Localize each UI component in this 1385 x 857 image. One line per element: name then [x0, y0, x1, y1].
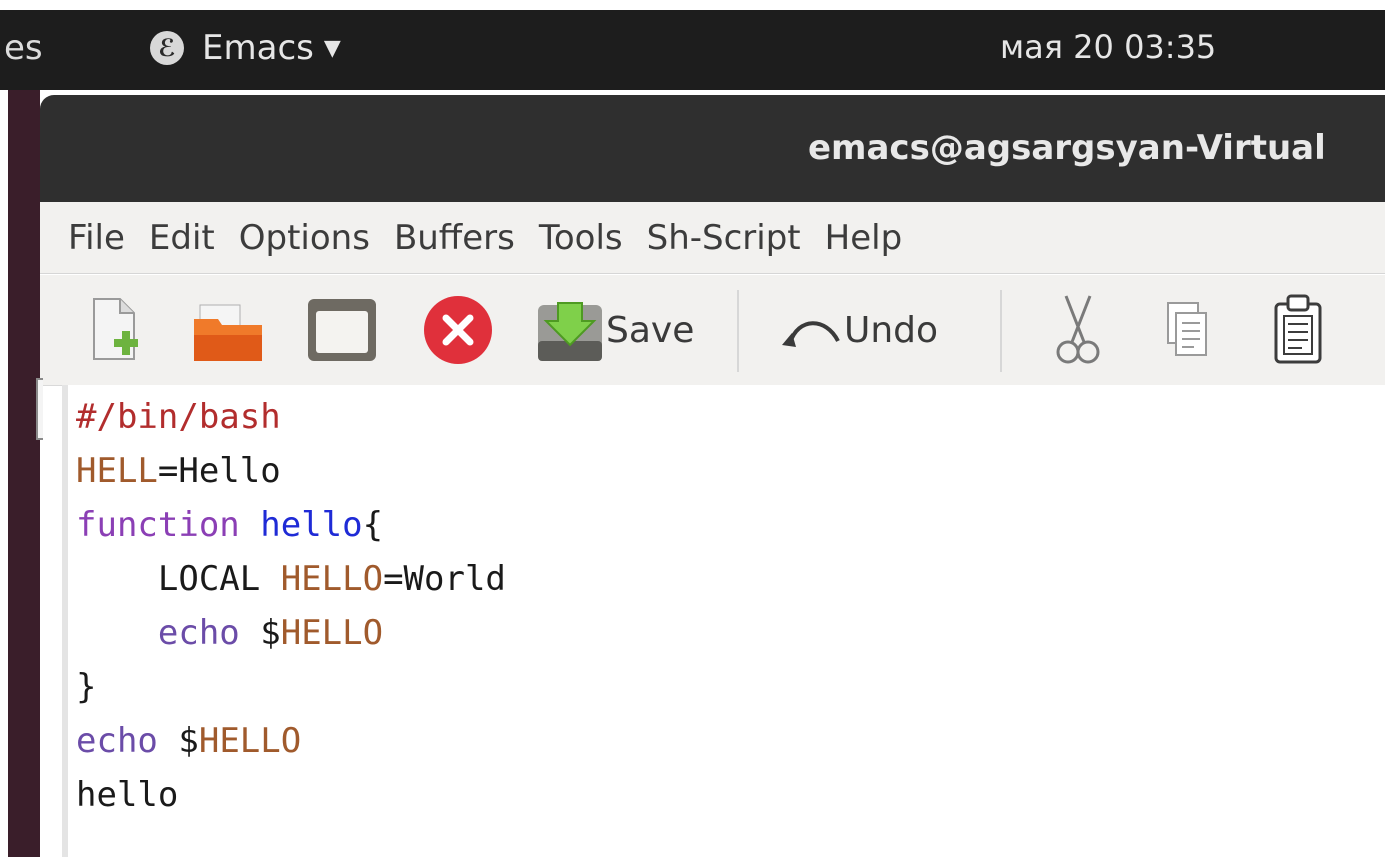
toolbar-separator [1000, 290, 1002, 372]
menu-tools[interactable]: Tools [539, 218, 623, 258]
code-token: function [76, 505, 240, 545]
code-token: echo [157, 613, 240, 653]
window-titlebar[interactable]: emacs@agsargsyan-Virtual [40, 95, 1385, 202]
screen-left-edge [0, 90, 8, 857]
code-token: =World [383, 559, 506, 599]
activities-button[interactable]: es [4, 28, 43, 68]
paste-icon [1274, 294, 1322, 364]
code-token: } [76, 667, 97, 707]
close-buffer-button[interactable] [420, 295, 496, 365]
code-line: LOCAL HELLO=World [76, 552, 506, 606]
menu-bar: File Edit Options Buffers Tools Sh-Scrip… [40, 202, 1385, 274]
menu-file[interactable]: File [68, 218, 125, 258]
undo-label: Undo [844, 309, 939, 351]
fringe-marker [36, 378, 43, 440]
open-file-button[interactable] [190, 295, 266, 365]
code-line: function hello{ [76, 498, 506, 552]
undo-button[interactable]: Undo [780, 295, 938, 365]
menu-buffers[interactable]: Buffers [394, 218, 515, 258]
code-line: echo $HELLO [76, 606, 506, 660]
desktop-background [8, 90, 40, 857]
code-line: HELL=Hello [76, 444, 506, 498]
gnome-top-bar: es ℰ Emacs ▼ мая 20 03:35 [0, 10, 1385, 90]
chevron-down-icon: ▼ [323, 35, 341, 61]
code-token: hello [260, 505, 363, 545]
code-token: HELLO [198, 721, 302, 761]
paste-button[interactable] [1270, 294, 1326, 365]
code-line: echo $HELLO [76, 714, 506, 768]
cut-icon [1056, 295, 1100, 364]
screen-top-edge [0, 0, 1385, 10]
close-buffer-icon [424, 296, 492, 364]
copy-button[interactable] [1162, 295, 1212, 365]
app-menu-label: Emacs [202, 28, 314, 68]
code-token: echo [76, 721, 158, 761]
save-label: Save [606, 309, 695, 351]
save-button[interactable]: Save [534, 295, 694, 365]
menu-help[interactable]: Help [825, 218, 903, 258]
dired-button[interactable] [304, 295, 380, 365]
code-token: =Hello [157, 451, 281, 491]
new-file-button[interactable] [84, 295, 144, 365]
dired-icon [308, 299, 376, 361]
code-token: $ [239, 613, 281, 653]
tool-bar: Save Undo [40, 275, 1385, 386]
code-token: LOCAL [76, 559, 281, 599]
code-text: #/bin/bash HELL=Hello function hello{ LOCA… [76, 390, 506, 822]
menu-sh-script[interactable]: Sh-Script [647, 218, 801, 258]
app-menu[interactable]: ℰ Emacs ▼ [150, 24, 341, 72]
code-token: HELLO [280, 559, 384, 599]
code-token: #/bin/bash [76, 397, 281, 437]
code-token: $ [157, 721, 199, 761]
copy-icon [1167, 302, 1207, 356]
toolbar-separator [737, 290, 739, 372]
emacs-icon: ℰ [150, 31, 184, 65]
save-icon [538, 302, 602, 361]
new-file-icon [93, 298, 138, 360]
menu-options[interactable]: Options [239, 218, 370, 258]
editor-buffer[interactable]: #/bin/bash HELL=Hello function hello{ LOCA… [62, 385, 1385, 857]
window-title: emacs@agsargsyan-Virtual [808, 128, 1326, 168]
cut-button[interactable] [1050, 295, 1106, 365]
code-token: HELL [76, 451, 158, 491]
menu-edit[interactable]: Edit [149, 218, 215, 258]
code-line: } [76, 660, 506, 714]
code-token: hello [76, 775, 179, 815]
code-token: { [362, 505, 384, 545]
undo-icon [782, 321, 840, 347]
code-line: hello [76, 768, 506, 822]
code-token: HELLO [280, 613, 384, 653]
code-line: #/bin/bash [76, 390, 506, 444]
emacs-window: emacs@agsargsyan-Virtual File Edit Optio… [40, 95, 1385, 857]
open-folder-icon [194, 304, 262, 361]
clock[interactable]: мая 20 03:35 [1000, 28, 1216, 66]
